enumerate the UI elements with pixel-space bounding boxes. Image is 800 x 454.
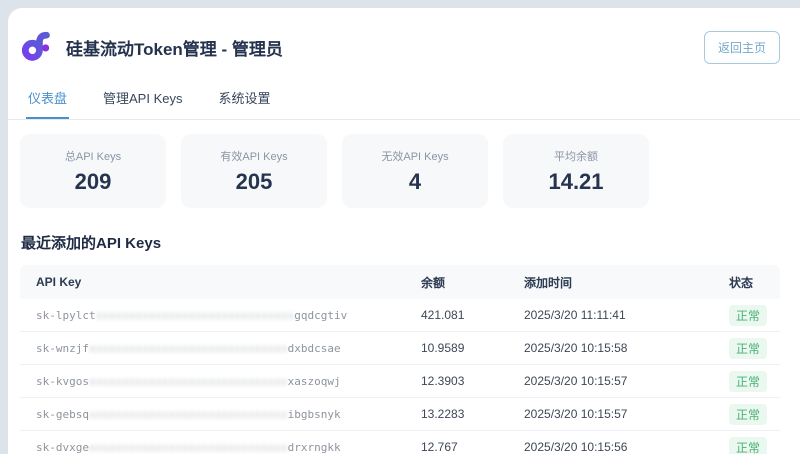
stats-row: 总API Keys 209 有效API Keys 205 无效API Keys … [20,134,780,208]
api-key-prefix: sk-dvxge [36,441,89,454]
status-badge: 正常 [729,305,767,326]
table-body: sk-lpylctxxxxxxxxxxxxxxxxxxxxxxxxxxxxxxg… [20,299,780,454]
status-cell: 正常 [713,404,780,425]
tab[interactable]: 仪表盘 [26,80,69,119]
tab[interactable]: 管理API Keys [101,80,184,119]
added-time-cell: 2025/3/20 10:15:57 [508,374,713,388]
api-key-suffix: drxrngkk [288,441,341,454]
api-key-prefix: sk-wnzjf [36,342,89,355]
status-cell: 正常 [713,305,780,326]
api-key-cell: sk-kvgosxxxxxxxxxxxxxxxxxxxxxxxxxxxxxxxa… [20,375,405,388]
api-keys-table: API Key 余额 添加时间 状态 sk-lpylctxxxxxxxxxxxx… [20,265,780,454]
page-title: 硅基流动Token管理 - 管理员 [66,35,283,60]
stat-value: 205 [236,169,273,195]
stat-value: 4 [409,169,421,195]
api-key-prefix: sk-kvgos [36,375,89,388]
api-key-redacted: xxxxxxxxxxxxxxxxxxxxxxxxxxxxxx [89,441,288,454]
added-time-cell: 2025/3/20 10:15:56 [508,440,713,454]
table-header-row: API Key 余额 添加时间 状态 [20,265,780,299]
api-key-cell: sk-gebsqxxxxxxxxxxxxxxxxxxxxxxxxxxxxxxib… [20,408,405,421]
api-key-redacted: xxxxxxxxxxxxxxxxxxxxxxxxxxxxxx [89,342,288,355]
api-key-redacted: xxxxxxxxxxxxxxxxxxxxxxxxxxxxxx [89,408,288,421]
siliconflow-logo-icon [22,30,56,64]
stat-card: 总API Keys 209 [20,134,166,208]
balance-cell: 10.9589 [405,341,508,355]
api-key-redacted: xxxxxxxxxxxxxxxxxxxxxxxxxxxxxx [96,309,295,322]
added-time-cell: 2025/3/20 10:15:58 [508,341,713,355]
stat-card: 有效API Keys 205 [181,134,327,208]
api-key-suffix: xaszoqwj [288,375,341,388]
api-key-cell: sk-dvxgexxxxxxxxxxxxxxxxxxxxxxxxxxxxxxdr… [20,441,405,454]
section-title-recent-keys: 最近添加的API Keys [21,232,800,253]
back-home-button[interactable]: 返回主页 [704,31,780,64]
stat-label: 无效API Keys [381,148,448,164]
stat-label: 有效API Keys [220,148,287,164]
stat-label: 总API Keys [65,148,121,164]
stat-card: 平均余额 14.21 [503,134,649,208]
api-key-cell: sk-lpylctxxxxxxxxxxxxxxxxxxxxxxxxxxxxxxg… [20,309,405,322]
added-time-cell: 2025/3/20 11:11:41 [508,308,713,322]
tab-bar: 仪表盘 管理API Keys 系统设置 [8,80,800,120]
header: 硅基流动Token管理 - 管理员 返回主页 [8,8,800,76]
balance-cell: 12.3903 [405,374,508,388]
api-key-prefix: sk-lpylct [36,309,96,322]
status-badge: 正常 [729,404,767,425]
status-cell: 正常 [713,437,780,454]
table-row: sk-kvgosxxxxxxxxxxxxxxxxxxxxxxxxxxxxxxxa… [20,365,780,398]
main-panel: 硅基流动Token管理 - 管理员 返回主页 仪表盘 管理API Keys 系统… [8,8,800,454]
tab-label: 管理API Keys [103,91,182,106]
status-cell: 正常 [713,371,780,392]
stat-card: 无效API Keys 4 [342,134,488,208]
table-row: sk-wnzjfxxxxxxxxxxxxxxxxxxxxxxxxxxxxxxdx… [20,332,780,365]
stat-label: 平均余额 [554,148,598,164]
status-badge: 正常 [729,338,767,359]
tab-label: 系统设置 [218,91,270,106]
tab-label: 仪表盘 [28,91,67,106]
col-header-balance: 余额 [405,274,508,291]
api-key-redacted: xxxxxxxxxxxxxxxxxxxxxxxxxxxxxx [89,375,288,388]
status-cell: 正常 [713,338,780,359]
table-row: sk-lpylctxxxxxxxxxxxxxxxxxxxxxxxxxxxxxxg… [20,299,780,332]
col-header-status: 状态 [713,274,780,291]
balance-cell: 12.767 [405,440,508,454]
api-key-suffix: ibgbsnyk [288,408,341,421]
api-key-suffix: gqdcgtiv [294,309,347,322]
api-key-suffix: dxbdcsae [288,342,341,355]
added-time-cell: 2025/3/20 10:15:57 [508,407,713,421]
stat-value: 209 [75,169,112,195]
stat-value: 14.21 [548,169,603,195]
api-key-prefix: sk-gebsq [36,408,89,421]
table-row: sk-gebsqxxxxxxxxxxxxxxxxxxxxxxxxxxxxxxib… [20,398,780,431]
balance-cell: 13.2283 [405,407,508,421]
status-badge: 正常 [729,437,767,454]
tab[interactable]: 系统设置 [216,80,272,119]
api-key-cell: sk-wnzjfxxxxxxxxxxxxxxxxxxxxxxxxxxxxxxdx… [20,342,405,355]
balance-cell: 421.081 [405,308,508,322]
table-row: sk-dvxgexxxxxxxxxxxxxxxxxxxxxxxxxxxxxxdr… [20,431,780,454]
col-header-api-key: API Key [20,275,405,289]
col-header-added-time: 添加时间 [508,274,713,291]
status-badge: 正常 [729,371,767,392]
